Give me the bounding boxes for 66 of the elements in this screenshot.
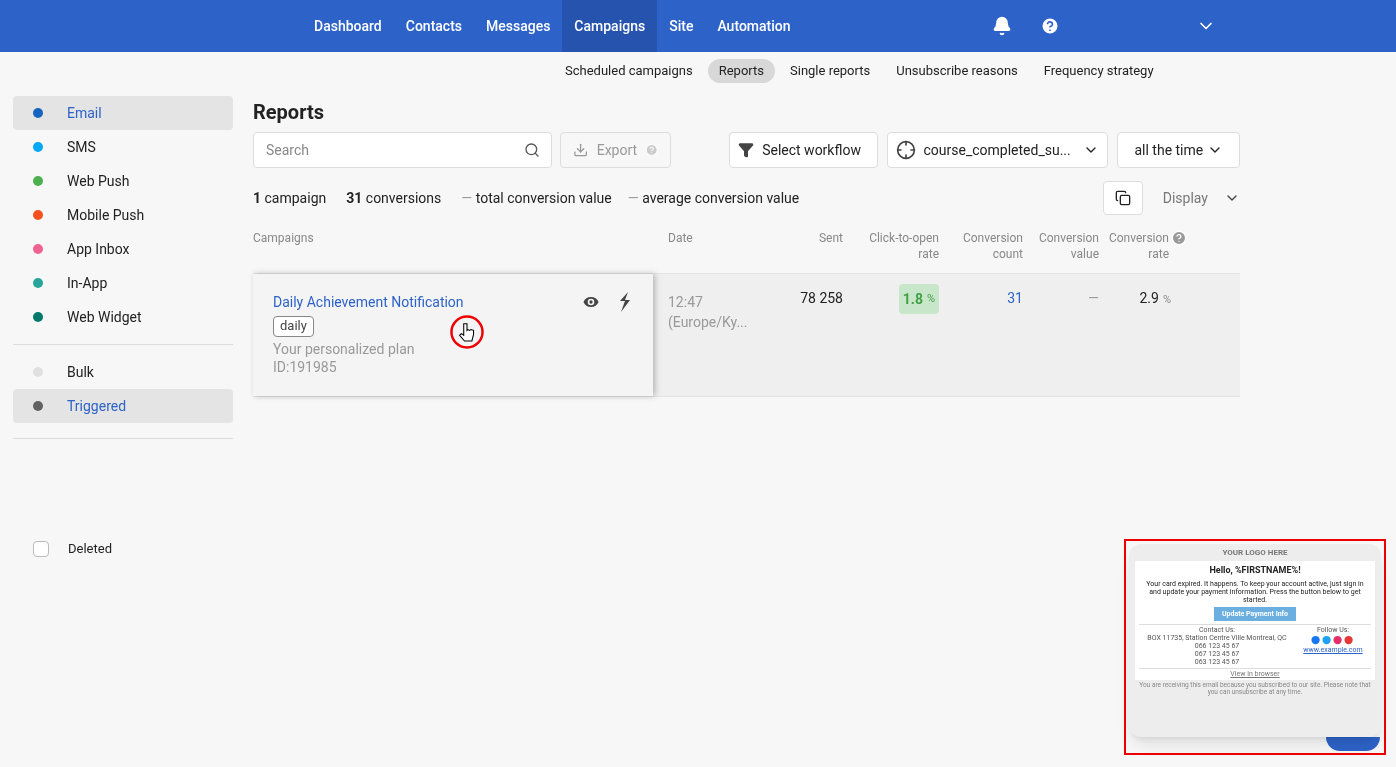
campaign-subject: Your personalized plan: [273, 339, 416, 359]
sidebar-item[interactable]: Web Widget: [13, 300, 233, 334]
nav-tab[interactable]: Messages: [474, 0, 563, 52]
nav-tab[interactable]: Site: [657, 0, 706, 52]
conversion-count-link[interactable]: 31: [939, 274, 1023, 396]
column-header: Date: [668, 230, 694, 247]
conversion-rate: 2.9 %: [1138, 289, 1172, 308]
logo-text: YOUR LOGO HERE: [1222, 548, 1288, 558]
sub-tab[interactable]: Frequency strategy: [1032, 59, 1165, 83]
sent-count: 78 258: [799, 289, 843, 308]
page-title: Reports: [253, 99, 325, 126]
sidebar-item[interactable]: SMS: [13, 130, 233, 164]
nav-tab[interactable]: Dashboard: [302, 0, 394, 52]
sidebar-item[interactable]: Triggered: [13, 389, 233, 423]
campaign-id: ID:191985: [273, 358, 338, 375]
column-header: Click-to-open rate: [868, 230, 939, 263]
chat-button[interactable]: [1326, 737, 1380, 751]
target-icon: [895, 140, 916, 160]
cursor-highlight-icon: [449, 314, 485, 350]
checkbox[interactable]: [33, 540, 49, 557]
summary-stat: — total conversion value: [461, 189, 612, 208]
sidebar-item[interactable]: Email: [13, 96, 233, 130]
funnel-icon: [738, 142, 755, 158]
column-header: Conversion rate: [1107, 230, 1169, 262]
summary-stat: 1 campaign: [253, 189, 327, 208]
campaign-link[interactable]: Daily Achievement Notification: [273, 292, 464, 312]
nav-tab[interactable]: Campaigns: [562, 0, 658, 52]
social-icons-drawing: [1311, 635, 1355, 645]
help-icon: [645, 143, 659, 157]
sub-tab[interactable]: Unsubscribe reasons: [885, 59, 1029, 83]
timezone: (Europe/Ky...: [668, 313, 749, 332]
workflow-button[interactable]: Select workflow: [729, 132, 878, 168]
send-time: 12:47: [668, 293, 704, 312]
campaign-card[interactable]: Daily Achievement Notification daily Your personalized plan ID:191985: [253, 274, 653, 396]
event-select[interactable]: course_completed_su...: [886, 132, 1109, 168]
nav-tab[interactable]: Automation: [705, 0, 803, 52]
email-greeting: Hello, %FIRSTNAME%!: [1209, 564, 1301, 577]
column-header: Sent: [818, 230, 843, 247]
sub-tab[interactable]: Scheduled campaigns: [554, 59, 704, 83]
column-header: Conversion count: [961, 230, 1023, 263]
conversion-value: —: [1087, 289, 1099, 308]
copy-icon: [1114, 190, 1131, 206]
sub-tab[interactable]: Single reports: [779, 59, 882, 83]
display-button[interactable]: Display: [1162, 188, 1240, 208]
summary-stat: 31 conversions: [346, 189, 442, 208]
search-icon: [524, 142, 541, 158]
summary-stat: — average conversion value: [627, 189, 800, 208]
column-header: Campaigns: [253, 230, 315, 247]
notifications-icon[interactable]: [992, 16, 1012, 36]
rate-badge: 1.8 %: [898, 284, 939, 314]
tag: daily: [273, 316, 314, 337]
lightning-icon[interactable]: [617, 292, 633, 312]
period-select[interactable]: all the time: [1117, 132, 1240, 168]
checkbox-label: Deleted: [68, 540, 112, 558]
sidebar-item[interactable]: Mobile Push: [13, 198, 233, 232]
sidebar-item[interactable]: App Inbox: [13, 232, 233, 266]
sidebar-item[interactable]: In-App: [13, 266, 233, 300]
help-icon[interactable]: [1040, 16, 1060, 36]
sidebar-item[interactable]: Bulk: [13, 355, 233, 389]
sub-tab[interactable]: Reports: [707, 59, 775, 83]
column-header: Conversion value: [1037, 230, 1099, 263]
search-field[interactable]: Search: [253, 132, 553, 168]
sidebar-item[interactable]: Web Push: [13, 164, 233, 198]
copy-button[interactable]: [1102, 181, 1143, 215]
download-icon: [573, 142, 589, 158]
nav-tab[interactable]: Contacts: [393, 0, 474, 52]
